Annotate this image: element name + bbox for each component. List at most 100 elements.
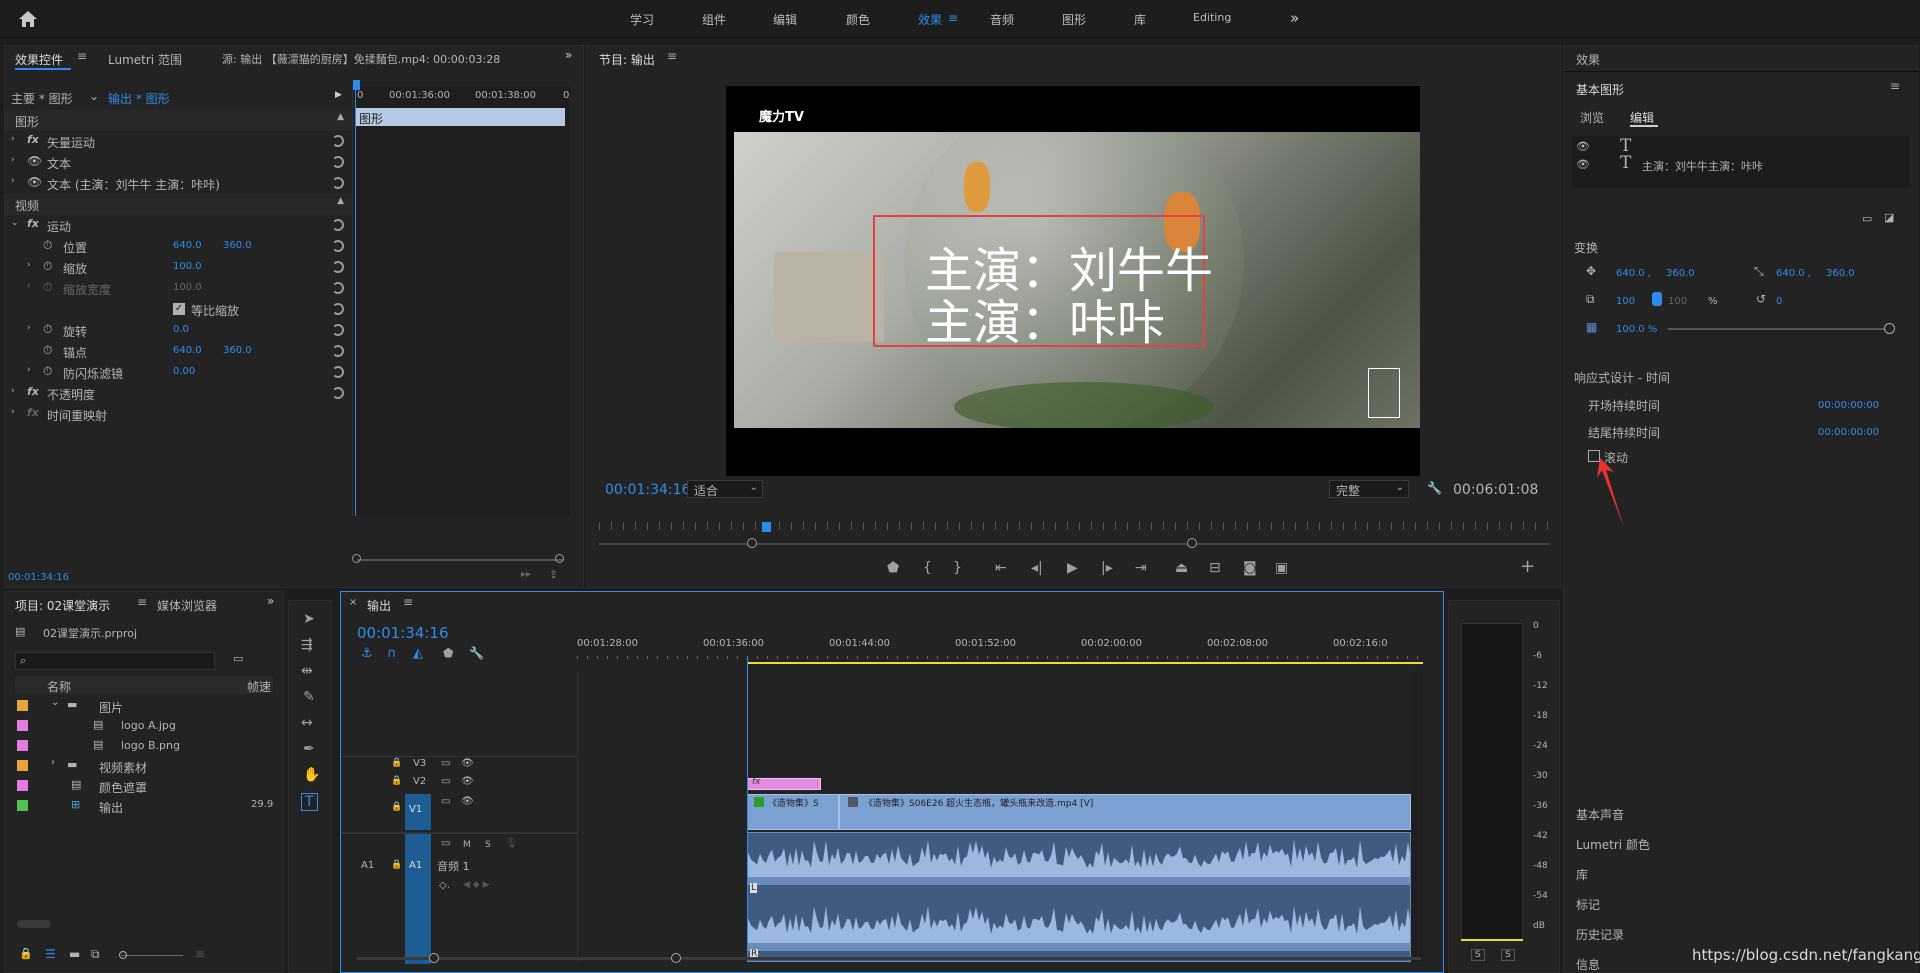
step-forward-icon[interactable]: |▸	[1101, 560, 1113, 576]
text-layer-name[interactable]: 主演：刘牛牛主演：咔咔	[1642, 158, 1763, 174]
panel-tab-4[interactable]: 历史记录	[1576, 926, 1624, 943]
workspace-tab-5[interactable]: 音频	[990, 11, 1014, 28]
new-bin-icon[interactable]: ▭	[233, 652, 243, 665]
opacity-value[interactable]: 100.0 %	[1616, 324, 1657, 335]
menu-icon[interactable]: ≡	[77, 49, 87, 63]
workspace-tab-1[interactable]: 组件	[702, 11, 726, 28]
workspace-tab-2[interactable]: 编辑	[773, 11, 797, 28]
track-v2[interactable]: 🔒 V2 ▭ 👁	[341, 776, 577, 792]
timeline-scrollbar[interactable]	[357, 957, 1421, 960]
keyframe-icon[interactable]: ◇.	[439, 880, 450, 891]
eye-icon[interactable]: 👁	[1576, 158, 1590, 171]
position-y-value[interactable]: 360.0	[1666, 268, 1695, 279]
stopwatch-icon[interactable]: ⏱	[43, 364, 52, 379]
program-time-ruler[interactable]	[599, 522, 1549, 530]
project-item[interactable]: ▤ logo B.png	[15, 736, 273, 756]
lift-icon[interactable]: ⏏	[1175, 560, 1188, 576]
graphic-clip-bar[interactable]: 图形	[355, 108, 565, 126]
label-color-swatch[interactable]	[17, 760, 28, 771]
program-zoom-bar[interactable]	[599, 543, 1549, 545]
tab-project[interactable]: 项目: 02课堂演示	[15, 597, 110, 614]
stopwatch-icon[interactable]: ⏱	[43, 238, 52, 253]
chevron-right-icon[interactable]: »	[565, 48, 572, 62]
video-clip-1[interactable]: 《造物集》S	[747, 794, 839, 830]
reset-icon[interactable]	[332, 387, 344, 399]
program-monitor-title[interactable]: 节目: 输出	[599, 51, 655, 68]
label-color-swatch[interactable]	[17, 740, 28, 751]
stopwatch-icon[interactable]: ⏱	[43, 343, 52, 358]
reset-icon[interactable]	[332, 261, 344, 273]
project-item[interactable]: ▤ logo A.jpg	[15, 716, 273, 736]
new-layer-icon[interactable]: ◪	[1884, 211, 1894, 224]
camera-icon[interactable]: ◙	[1243, 560, 1257, 576]
icon-view-icon[interactable]: ▬	[69, 947, 80, 961]
step-back-icon[interactable]: ◂|	[1031, 560, 1043, 576]
anchor-y-value[interactable]: 360.0	[1826, 268, 1855, 279]
panel-tab-2[interactable]: 库	[1576, 866, 1588, 883]
timeline-playhead[interactable]	[747, 656, 748, 962]
program-playhead[interactable]	[762, 522, 771, 532]
wrench-icon[interactable]: 🔧	[469, 646, 484, 660]
hand-tool-icon[interactable]: ✋	[303, 767, 320, 783]
reset-icon[interactable]	[332, 177, 344, 189]
timeline-timecode[interactable]: 00:01:34:16	[357, 624, 449, 642]
chevron-right-icon[interactable]: »	[1290, 9, 1299, 27]
lock-icon[interactable]: 🔒	[391, 758, 402, 768]
workspace-tab-6[interactable]: 图形	[1062, 11, 1086, 28]
expand-chevron-icon[interactable]: ›	[51, 757, 55, 768]
clip-area[interactable]: fx 《造物集》S 《造物集》S06E26 超火生态瓶，罐头瓶来改造.mp4 […	[577, 656, 1423, 962]
slip-tool-icon[interactable]: ↔	[301, 715, 313, 731]
graphic-clip-v2[interactable]: fx	[747, 777, 821, 790]
workspace-tab-4[interactable]: 效果	[918, 11, 942, 28]
playhead[interactable]	[355, 86, 356, 516]
sort-icon[interactable]: ≡	[195, 947, 205, 961]
project-scrollbar[interactable]	[17, 920, 51, 928]
workspace-tab-7[interactable]: 库	[1134, 11, 1146, 28]
lock-icon[interactable]: 🔒	[391, 776, 402, 786]
marker-icon[interactable]: ⬟	[887, 560, 899, 576]
sync-icon[interactable]: ▭	[441, 758, 450, 769]
video-clip-2[interactable]: 《造物集》S06E26 超火生态瓶，罐头瓶来改造.mp4 [V]	[839, 794, 1411, 830]
close-icon[interactable]: ×	[349, 597, 357, 608]
anchor-x-value[interactable]: 640.0 ,	[1776, 268, 1811, 279]
reset-icon[interactable]	[332, 366, 344, 378]
workspace-tab-3[interactable]: 颜色	[846, 11, 870, 28]
mute-button[interactable]: M	[463, 840, 471, 850]
reset-icon[interactable]	[332, 240, 344, 252]
track-v1[interactable]: 🔒 V1 ▭ 👁	[341, 794, 577, 830]
effect-controls-timeline[interactable]: 0 00:01:36:00 00:01:38:00 0 图形	[352, 80, 570, 516]
project-item[interactable]: ▤ 颜色遮罩	[15, 776, 273, 796]
panel-tab-0[interactable]: 基本声音	[1576, 806, 1624, 823]
tab-lumetri-scopes[interactable]: Lumetri 范围	[108, 51, 182, 68]
stopwatch-icon[interactable]: ⏱	[43, 259, 52, 274]
project-item[interactable]: ▬ › 视频素材	[15, 756, 273, 776]
search-input[interactable]: ⌕	[15, 652, 215, 670]
ec-timecode[interactable]: 00:01:34:16	[8, 572, 69, 583]
source-label[interactable]: 源: 输出 【薇濛猫的厨房】免揉麵包.mp4: 00:00:03:28	[222, 51, 500, 67]
solo-left-button[interactable]: S	[1471, 949, 1485, 961]
label-color-swatch[interactable]	[17, 800, 28, 811]
col-name[interactable]: 名称	[47, 678, 71, 695]
label-color-swatch[interactable]	[17, 780, 28, 791]
sequence-clip-label[interactable]: 输出 * 图形	[108, 90, 170, 107]
sync-icon[interactable]: ▭	[441, 776, 450, 787]
magnet-icon[interactable]: ◭	[413, 646, 423, 661]
scale-value[interactable]: 100	[1616, 296, 1635, 307]
reset-icon[interactable]	[332, 282, 344, 294]
workspace-tab-0[interactable]: 学习	[630, 11, 654, 28]
anchor-y-value[interactable]: 360.0	[223, 345, 252, 356]
solo-button[interactable]: S	[485, 840, 491, 850]
position-x-value[interactable]: 640.0 ,	[1616, 268, 1651, 279]
eye-icon[interactable]: 👁	[1576, 140, 1590, 153]
selection-tool-icon[interactable]: ➤	[303, 611, 315, 627]
list-view-icon[interactable]: ☰	[45, 947, 56, 961]
add-marker-icon[interactable]: ⬟	[443, 646, 453, 660]
lock-icon[interactable]: 🔒	[391, 860, 402, 870]
intro-duration-value[interactable]: 00:00:00:00	[1818, 400, 1879, 411]
mark-in-icon[interactable]: {	[923, 560, 932, 576]
tab-browse[interactable]: 浏览	[1580, 109, 1604, 126]
label-color-swatch[interactable]	[17, 700, 28, 711]
link-icon[interactable]	[1652, 292, 1662, 306]
panel-tab-1[interactable]: Lumetri 颜色	[1576, 836, 1650, 853]
effects-panel-title[interactable]: 效果	[1576, 51, 1600, 68]
